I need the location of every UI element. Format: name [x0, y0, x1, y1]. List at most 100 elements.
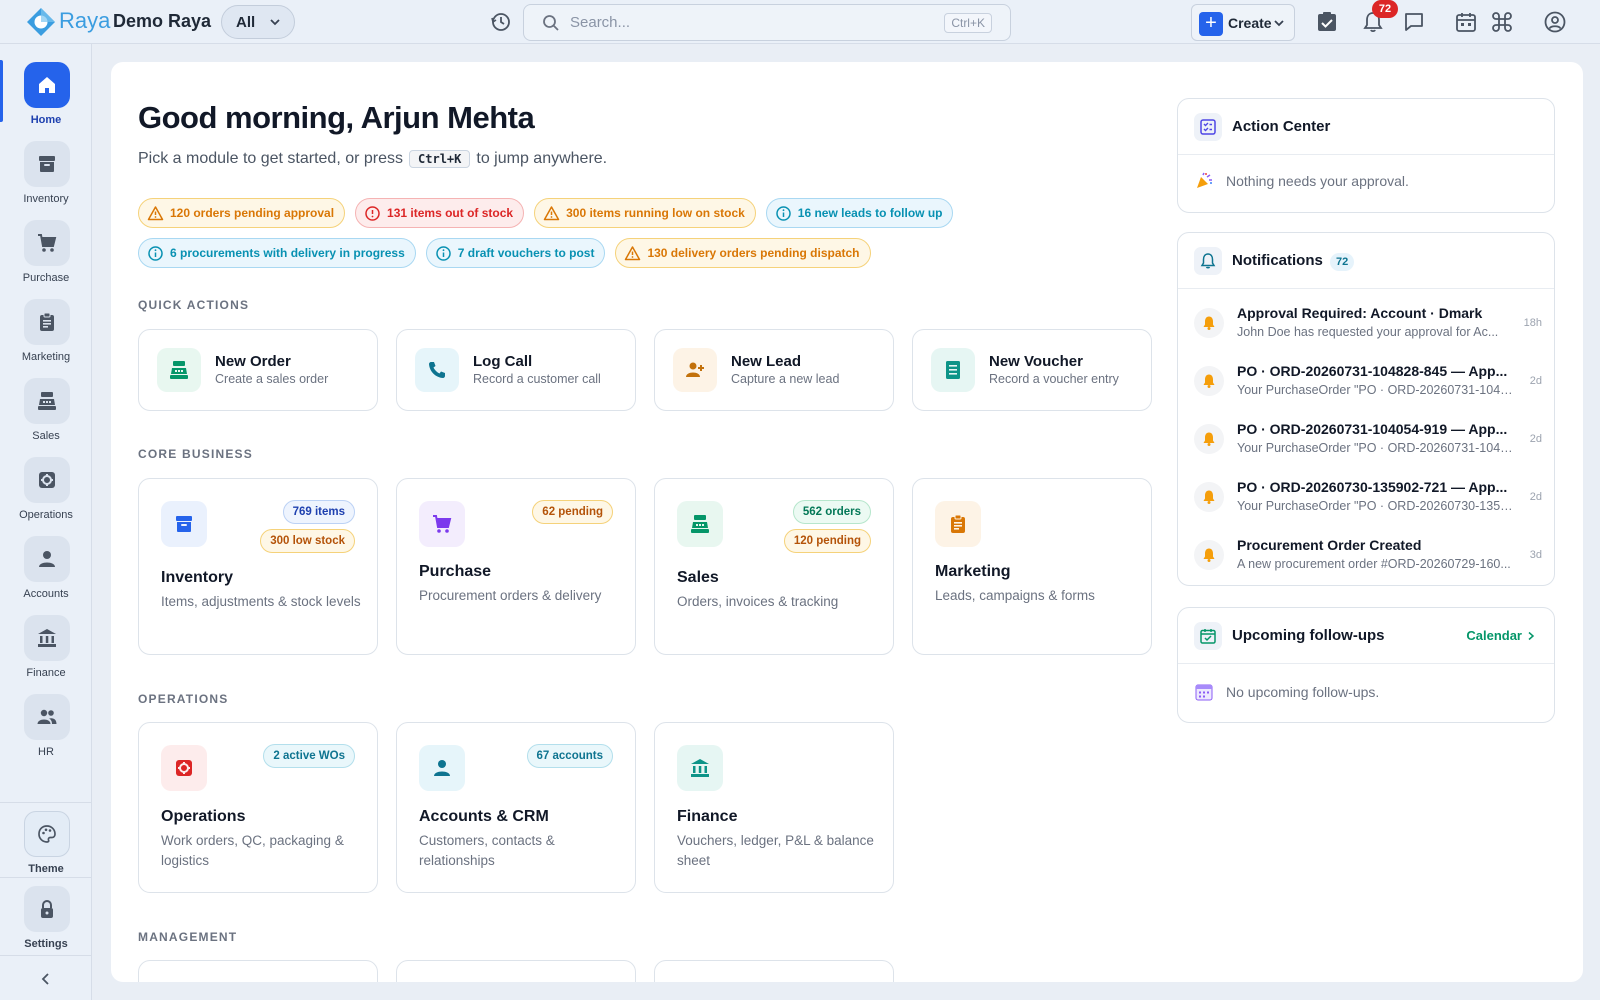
module-card[interactable]: [654, 960, 894, 982]
module-card[interactable]: [138, 960, 378, 982]
notification-item[interactable]: PO · ORD-20260731-104054-919 — App... Yo…: [1194, 415, 1542, 463]
sidebar-item-settings[interactable]: Settings: [0, 886, 92, 964]
marketing-module-tile: [935, 501, 981, 547]
module-title: Operations: [161, 808, 246, 825]
sidebar-item-purchase[interactable]: Purchase: [0, 220, 92, 298]
quick-action-desc: Create a sales order: [215, 372, 329, 386]
notification-time: 18h: [1523, 317, 1542, 329]
quick-action-new-order[interactable]: New Order Create a sales order: [138, 329, 378, 411]
history-icon[interactable]: [490, 11, 512, 33]
calendar-link-label: Calendar: [1466, 628, 1522, 643]
notifications-header: Notifications 72: [1178, 233, 1554, 289]
alert-chip[interactable]: 300 items running low on stock: [534, 198, 756, 228]
palette-icon: [38, 825, 56, 843]
sidebar-item-operations[interactable]: Operations: [0, 457, 92, 535]
person-icon: [434, 760, 450, 776]
notification-desc: John Doe has requested your approval for…: [1237, 325, 1499, 339]
calendar-icon[interactable]: [1454, 10, 1478, 34]
module-title: Inventory: [161, 569, 234, 586]
module-title: Finance: [677, 808, 738, 825]
sidebar-item-label: Inventory: [23, 193, 69, 205]
notification-title: PO · ORD-20260731-104828-845 — App...: [1237, 363, 1508, 379]
search-placeholder: Search...: [570, 14, 631, 31]
chevron-down-icon: [1274, 20, 1284, 27]
quick-action-new-lead[interactable]: New Lead Capture a new lead: [654, 329, 894, 411]
calendar-link[interactable]: Calendar: [1466, 628, 1536, 643]
module-badge: 120 pending: [783, 529, 871, 553]
notification-item[interactable]: PO · ORD-20260730-135902-721 — App... Yo…: [1194, 473, 1542, 521]
module-card[interactable]: [396, 960, 636, 982]
followups-panel: Upcoming follow-ups Calendar No upcoming…: [1177, 607, 1555, 723]
quick-action-title: New Lead: [731, 353, 802, 370]
bell-icon: [1203, 432, 1215, 446]
cart-icon: [433, 515, 452, 533]
module-card-purchase[interactable]: 62 pending Purchase Procurement orders &…: [396, 478, 636, 655]
alert-chips: 120 orders pending approval 131 items ou…: [138, 198, 1158, 268]
module-card-inventory[interactable]: 769 items 300 low stock Inventory Items,…: [138, 478, 378, 655]
module-desc: Customers, contacts & relationships: [419, 833, 555, 868]
notification-desc: A new procurement order #ORD-20260729-16…: [1237, 557, 1511, 571]
module-card-sales[interactable]: 562 orders 120 pending Sales Orders, inv…: [654, 478, 894, 655]
alert-chip-text: 131 items out of stock: [387, 206, 514, 220]
quick-action-new-voucher[interactable]: New Voucher Record a voucher entry: [912, 329, 1152, 411]
search-icon: [543, 15, 559, 31]
alert-chip-text: 7 draft vouchers to post: [457, 246, 595, 260]
info-icon: [148, 245, 163, 261]
shortcut-kbd: Ctrl+K: [409, 150, 471, 168]
chat-icon[interactable]: [1402, 10, 1426, 34]
notification-title: PO · ORD-20260731-104054-919 — App...: [1237, 421, 1508, 437]
finance-tile: [24, 615, 70, 661]
action-center-header: Action Center: [1178, 99, 1554, 155]
alert-chip[interactable]: 16 new leads to follow up: [765, 198, 954, 228]
sidebar-item-home[interactable]: Home: [0, 60, 92, 140]
user-profile-icon[interactable]: [1543, 10, 1567, 34]
raya-logo-icon[interactable]: [26, 7, 56, 37]
alert-chip[interactable]: 120 orders pending approval: [138, 198, 346, 228]
cog-box-icon: [39, 472, 55, 488]
bell-icon: [1203, 316, 1215, 330]
action-center-icon-tile: [1194, 113, 1222, 141]
module-card-marketing[interactable]: Marketing Leads, campaigns & forms: [912, 478, 1152, 655]
alert-chip[interactable]: 6 procurements with delivery in progress: [138, 238, 416, 268]
sidebar: Home Inventory Purchase Marketing Sales …: [0, 44, 92, 1000]
module-badge: 62 pending: [532, 500, 613, 524]
module-card-accounts-crm[interactable]: 67 accounts Accounts & CRM Customers, co…: [396, 722, 636, 893]
notification-item[interactable]: PO · ORD-20260731-104828-845 — App... Yo…: [1194, 357, 1542, 405]
inventory-module-tile: [161, 501, 207, 547]
alert-chip[interactable]: 130 delivery orders pending dispatch: [615, 238, 871, 268]
purchase-module-tile: [419, 501, 465, 547]
company-name[interactable]: Demo Raya: [113, 11, 211, 32]
collapse-sidebar-icon[interactable]: [38, 971, 54, 987]
finance-module-tile: [677, 745, 723, 791]
home-tile: [24, 62, 70, 108]
create-button[interactable]: + Create: [1191, 4, 1295, 41]
notification-item[interactable]: Procurement Order Created A new procurem…: [1194, 531, 1542, 579]
sidebar-item-hr[interactable]: HR: [0, 694, 92, 772]
brand-name[interactable]: Raya: [59, 8, 110, 34]
notification-item[interactable]: Approval Required: Account · Dmark John …: [1194, 299, 1542, 347]
alert-chip[interactable]: 131 items out of stock: [355, 198, 525, 228]
alert-chip-text: 300 items running low on stock: [566, 206, 745, 220]
sidebar-item-label: HR: [38, 746, 54, 758]
accounts-tile: [24, 536, 70, 582]
sidebar-item-sales[interactable]: Sales: [0, 378, 92, 456]
global-search[interactable]: Search... Ctrl+K: [523, 4, 1011, 41]
sidebar-item-marketing[interactable]: Marketing: [0, 299, 92, 377]
module-card-finance[interactable]: Finance Vouchers, ledger, P&L & balance …: [654, 722, 894, 893]
scope-select-value: All: [236, 13, 256, 31]
alert-chip[interactable]: 7 draft vouchers to post: [425, 238, 606, 268]
tasks-check-icon[interactable]: [1315, 10, 1339, 34]
followups-empty-text: No upcoming follow-ups.: [1226, 684, 1380, 700]
scope-select[interactable]: All: [221, 5, 295, 39]
action-center-title: Action Center: [1232, 118, 1331, 135]
quick-action-log-call[interactable]: Log Call Record a customer call: [396, 329, 636, 411]
plus-icon: +: [1199, 12, 1223, 36]
sidebar-item-inventory[interactable]: Inventory: [0, 141, 92, 219]
notification-title: PO · ORD-20260730-135902-721 — App...: [1237, 479, 1508, 495]
module-card-operations[interactable]: 2 active WOs Operations Work orders, QC,…: [138, 722, 378, 893]
sidebar-item-accounts[interactable]: Accounts: [0, 536, 92, 614]
sidebar-item-finance[interactable]: Finance: [0, 615, 92, 693]
add-person-icon: [686, 362, 704, 377]
command-icon[interactable]: [1490, 10, 1514, 34]
alert-chip-text: 16 new leads to follow up: [797, 206, 943, 220]
